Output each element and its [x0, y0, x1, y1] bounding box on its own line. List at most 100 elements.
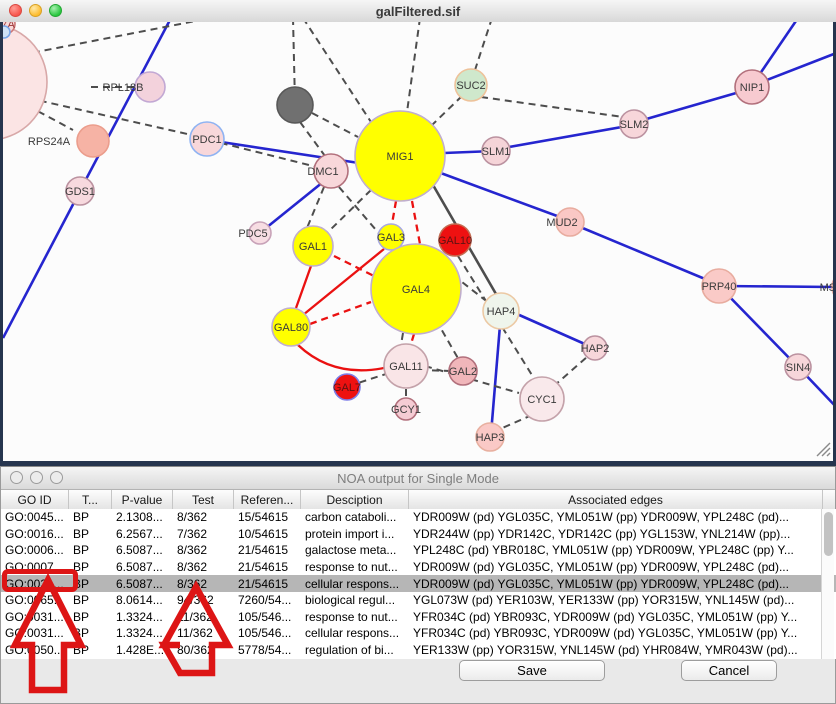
- table-row[interactable]: GO:0050...BP1.428E...80/3625778/54...reg…: [1, 642, 836, 659]
- edge[interactable]: [296, 266, 311, 308]
- edge[interactable]: [312, 113, 358, 137]
- table-cell: 8/362: [173, 577, 234, 591]
- edge[interactable]: [412, 201, 420, 244]
- column-header-p-value[interactable]: P-value: [112, 490, 173, 509]
- table-row[interactable]: GO:0031...BP1.3324...11/362105/546...res…: [1, 609, 836, 626]
- table-row[interactable]: GO:0045...BP2.1308...8/36215/54615carbon…: [1, 509, 836, 526]
- edge[interactable]: [83, 22, 171, 185]
- table-cell: 10/54615: [234, 527, 301, 541]
- node-label-HAP2: HAP2: [581, 343, 610, 355]
- table-cell: 94/362: [173, 593, 234, 607]
- edge[interactable]: [491, 313, 501, 434]
- table-cell: 105/546...: [234, 610, 301, 624]
- edge[interactable]: [28, 98, 205, 138]
- edge[interactable]: [21, 22, 211, 55]
- node-label-GAL1: GAL1: [299, 241, 327, 253]
- vertical-scrollbar[interactable]: [821, 509, 834, 659]
- noa-window-titlebar[interactable]: NOA output for Single Mode: [1, 467, 835, 490]
- edge[interactable]: [392, 201, 396, 224]
- node-blue-dot[interactable]: [3, 26, 10, 38]
- close-button[interactable]: [9, 4, 22, 17]
- edge[interactable]: [475, 22, 492, 70]
- edge[interactable]: [500, 415, 532, 429]
- zoom-button[interactable]: [49, 4, 62, 17]
- edge[interactable]: [431, 96, 462, 126]
- edge[interactable]: [261, 182, 323, 232]
- edge[interactable]: [722, 286, 833, 287]
- table-cell: 7/362: [173, 527, 234, 541]
- edge[interactable]: [411, 334, 414, 344]
- table-cell: cellular respons...: [301, 577, 409, 591]
- table-cell: 21/54615: [234, 577, 301, 591]
- edge[interactable]: [310, 302, 371, 324]
- table-header[interactable]: GO IDT...P-valueTestReferen...Desciption…: [1, 490, 835, 510]
- column-header-desciption[interactable]: Desciption: [301, 490, 409, 509]
- table-cell: GO:0031...: [1, 626, 69, 640]
- node-label-GAL2: GAL2: [449, 366, 477, 378]
- network-canvas[interactable]: 17ARPL18BRPS24AGDS1PDC1PDC5DMC1MIG1SUC2S…: [0, 22, 836, 466]
- table-row[interactable]: GO:0016...BP6.2567...7/36210/54615protei…: [1, 526, 836, 543]
- edge[interactable]: [407, 22, 420, 112]
- node-gray-node[interactable]: [277, 87, 313, 123]
- table-row[interactable]: GO:0065...BP8.0614...94/3627260/54...bio…: [1, 592, 836, 609]
- table-cell: YDR009W (pd) YGL035C, YML051W (pp) YDR00…: [409, 510, 823, 524]
- column-header-t-[interactable]: T...: [69, 490, 112, 509]
- edge[interactable]: [636, 89, 750, 122]
- edge[interactable]: [358, 373, 389, 383]
- table-row[interactable]: GO:0031...BP6.5087...8/36221/54615cellul…: [1, 575, 836, 592]
- edge[interactable]: [721, 288, 796, 365]
- edge[interactable]: [498, 125, 633, 149]
- node-RPS24A[interactable]: [77, 125, 109, 157]
- table-cell: YDR244W (pp) YDR142C, YDR142C (pp) YGL15…: [409, 527, 823, 541]
- node-left-hub[interactable]: [3, 24, 47, 140]
- table-cell: 7260/54...: [234, 593, 301, 607]
- edge[interactable]: [300, 122, 325, 156]
- save-button[interactable]: Save: [459, 660, 605, 681]
- table-cell: YPL248C (pd) YBR018C, YML051W (pp) YDR00…: [409, 543, 823, 557]
- edge[interactable]: [573, 224, 717, 284]
- node-label-MSL1: MSL1: [820, 282, 833, 294]
- edge[interactable]: [3, 193, 79, 338]
- table-row[interactable]: GO:0006...BP6.5087...8/36221/54615galact…: [1, 542, 836, 559]
- minimize-button[interactable]: [29, 4, 42, 17]
- edge[interactable]: [481, 97, 623, 117]
- table-cell: BP: [69, 577, 112, 591]
- column-header-associated-edges[interactable]: Associated edges: [409, 490, 823, 509]
- resize-grip-icon[interactable]: [817, 443, 830, 456]
- scrollbar-thumb[interactable]: [824, 512, 833, 556]
- column-header-referen-[interactable]: Referen...: [234, 490, 301, 509]
- node-label-GAL3: GAL3: [377, 232, 405, 244]
- table-cell: response to nut...: [301, 560, 409, 574]
- node-label-HAP3: HAP3: [476, 432, 505, 444]
- column-header-go-id[interactable]: GO ID: [1, 490, 69, 509]
- column-header-test[interactable]: Test: [173, 490, 234, 509]
- network-window-titlebar[interactable]: galFiltered.sif: [0, 0, 836, 23]
- minimize-button[interactable]: [30, 471, 43, 484]
- edge[interactable]: [401, 333, 403, 345]
- table-cell: YER133W (pp) YOR315W, YNL145W (pd) YHR08…: [409, 643, 823, 657]
- node-label-GCY1: GCY1: [391, 404, 421, 416]
- table-cell: BP: [69, 610, 112, 624]
- table-cell: GO:0007...: [1, 560, 69, 574]
- table-cell: 6.5087...: [112, 577, 173, 591]
- edge[interactable]: [328, 190, 371, 232]
- cancel-button[interactable]: Cancel: [681, 660, 777, 681]
- zoom-button[interactable]: [50, 471, 63, 484]
- table-row[interactable]: GO:0007...BP6.5087...8/36221/54615respon…: [1, 559, 836, 576]
- node-label-RPS24A: RPS24A: [28, 136, 71, 148]
- table-cell: biological regul...: [301, 593, 409, 607]
- close-button[interactable]: [10, 471, 23, 484]
- node-label-SUC2: SUC2: [456, 80, 485, 92]
- edge[interactable]: [438, 172, 568, 220]
- node-label-GAL7: GAL7: [333, 382, 361, 394]
- table-cell: 2.1308...: [112, 510, 173, 524]
- table-row[interactable]: GO:0031...BP1.3324...11/362105/546...cel…: [1, 625, 836, 642]
- table-cell: 6.5087...: [112, 560, 173, 574]
- node-label-GAL10: GAL10: [438, 235, 472, 247]
- edge[interactable]: [517, 314, 587, 345]
- network-graph: 17ARPL18BRPS24AGDS1PDC1PDC5DMC1MIG1SUC2S…: [3, 22, 833, 461]
- edge[interactable]: [298, 345, 384, 370]
- window-title: galFiltered.sif: [376, 4, 461, 19]
- node-label-GAL11: GAL11: [389, 361, 422, 373]
- screen: galFiltered.sif 17ARPL18BRPS24AGDS1PDC1P…: [0, 0, 836, 704]
